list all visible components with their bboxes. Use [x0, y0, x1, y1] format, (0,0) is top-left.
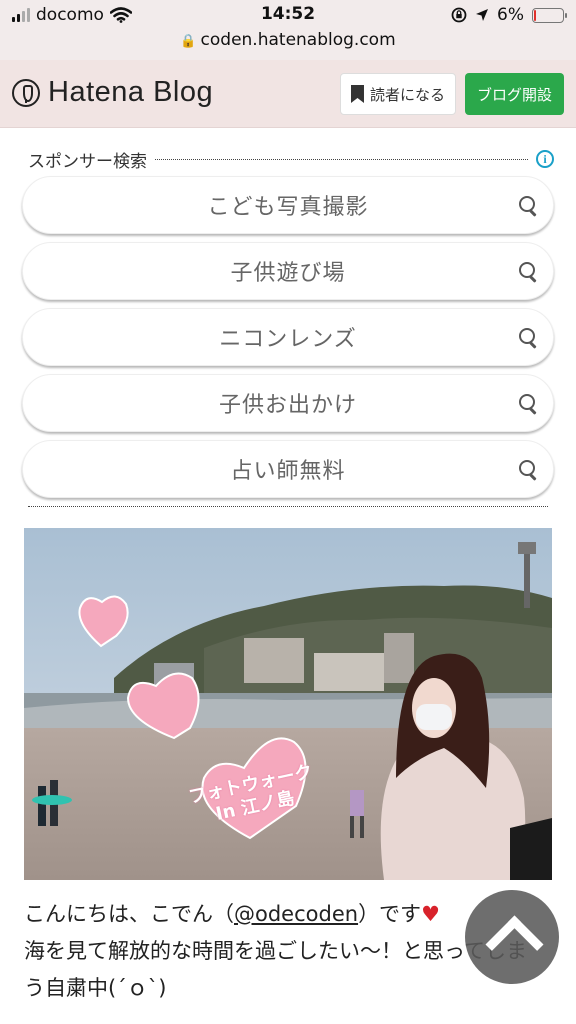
author-mention-link[interactable]: @odecoden [234, 902, 358, 926]
status-right: 6% [451, 5, 567, 25]
greeting-text: こんにちは、こでん（ [24, 902, 234, 926]
sponsor-search-item[interactable]: 子供遊び場 [22, 242, 554, 300]
article-photo[interactable]: フォトウォーク In 江ノ島 [24, 528, 552, 880]
search-icon [519, 262, 537, 280]
search-item-label: ニコンレンズ [219, 327, 357, 352]
search-item-label: 占い師無料 [230, 459, 346, 484]
search-item-label: 子供遊び場 [230, 261, 346, 286]
url-text: coden.hatenablog.com [200, 30, 396, 50]
battery-icon [532, 7, 567, 23]
logo-text: Hatena Blog [48, 76, 214, 108]
sponsor-header: スポンサー検索 i [28, 146, 554, 172]
subscribe-button[interactable]: 読者になる [340, 73, 456, 115]
beach-photo [24, 528, 552, 880]
search-item-label: こども写真撮影 [207, 195, 369, 220]
sponsor-search-item[interactable]: こども写真撮影 [22, 176, 554, 234]
search-icon [519, 196, 537, 214]
sponsor-search-item[interactable]: ニコンレンズ [22, 308, 554, 366]
battery-level [534, 9, 536, 21]
rotation-lock-icon [451, 7, 467, 23]
hatena-blog-logo[interactable]: Hatena Blog [12, 76, 213, 109]
divider [155, 158, 528, 160]
url-bar[interactable]: 🔒 coden.hatenablog.com [0, 30, 576, 60]
sponsor-search-item[interactable]: 占い師無料 [22, 440, 554, 498]
search-icon [519, 460, 537, 478]
sponsor-title: スポンサー検索 [28, 151, 147, 172]
greeting-suffix: ）です [358, 902, 422, 926]
open-blog-button[interactable]: ブログ開設 [465, 73, 564, 115]
heart-icon: ♥ [421, 902, 440, 926]
sponsor-search-item[interactable]: 子供お出かけ [22, 374, 554, 432]
battery-percent: 6% [497, 5, 524, 25]
status-bar: docomo 14:52 6% [0, 0, 576, 30]
lock-icon: 🔒 [180, 34, 197, 49]
search-icon [519, 328, 537, 346]
pen-icon [12, 78, 40, 107]
open-blog-label: ブログ開設 [476, 85, 552, 104]
article-line: う自粛中(´ｏ`) [24, 976, 167, 1000]
location-icon [476, 9, 489, 21]
divider [28, 506, 548, 507]
info-icon[interactable]: i [536, 150, 554, 168]
subscribe-label: 読者になる [369, 85, 445, 104]
scroll-top-button[interactable] [465, 890, 559, 984]
bookmark-icon [350, 85, 364, 103]
search-icon [519, 394, 537, 412]
search-item-label: 子供お出かけ [218, 393, 357, 418]
